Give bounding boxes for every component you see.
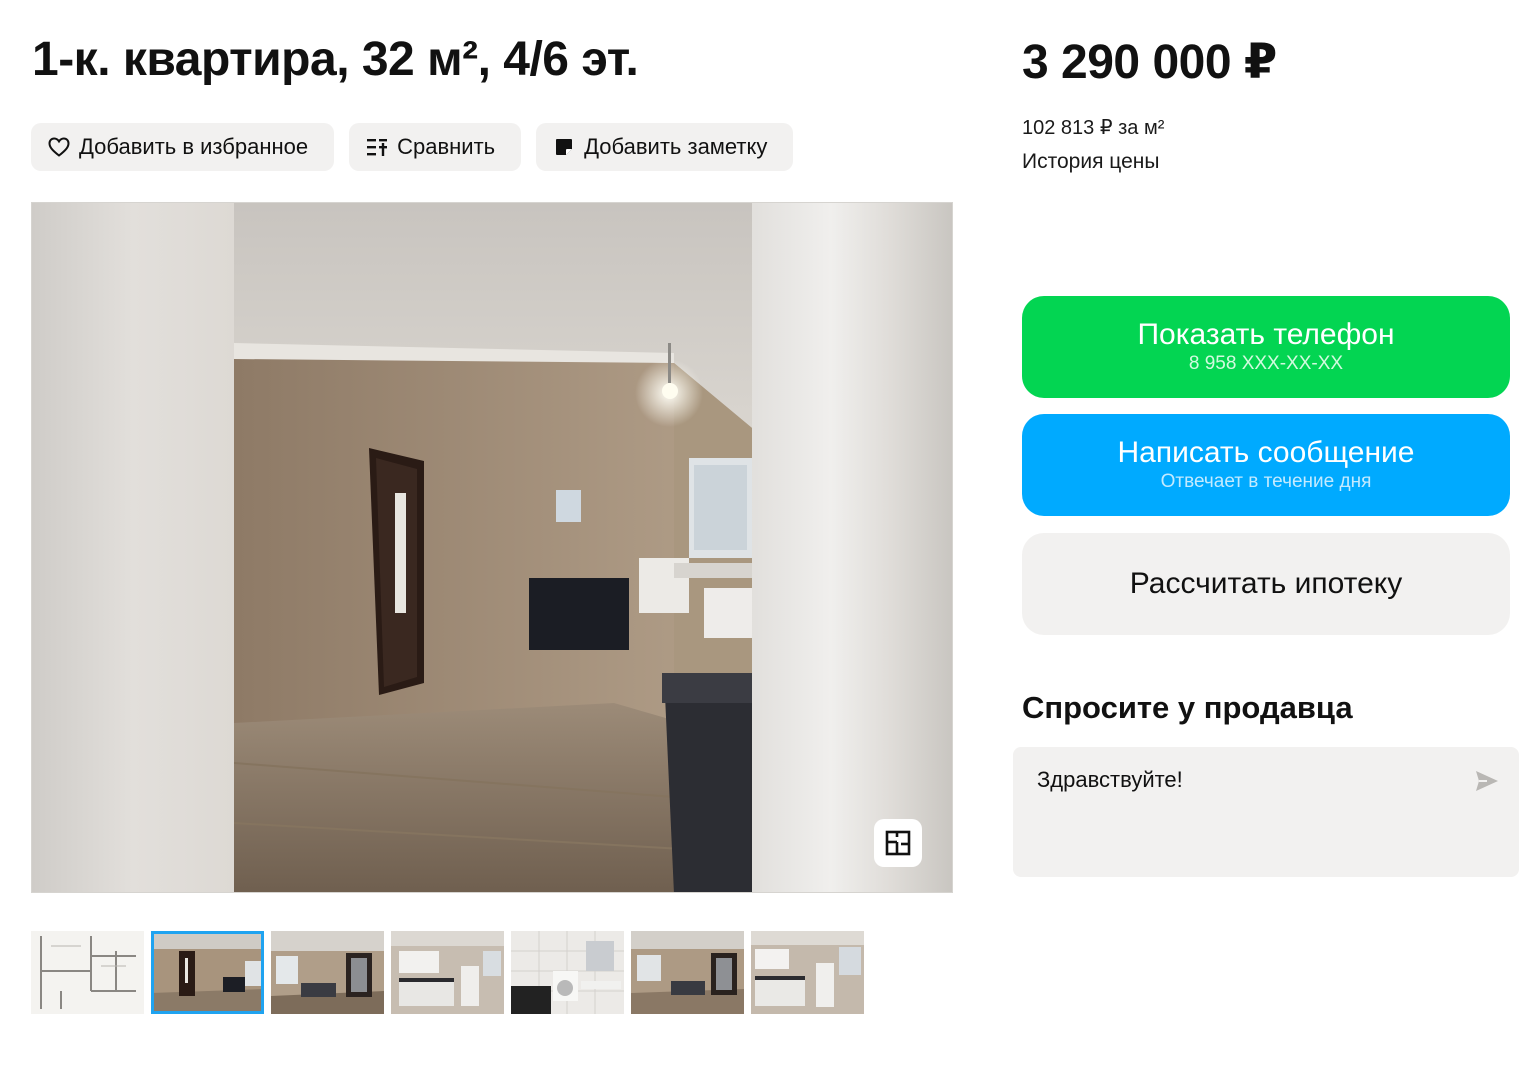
photo-blur-left: [32, 203, 234, 892]
heart-icon: [47, 135, 71, 159]
floorplan-icon: [885, 830, 911, 856]
calculate-mortgage-label: Рассчитать ипотеку: [1129, 567, 1403, 600]
thumbnail-room-sofa[interactable]: [271, 931, 384, 1014]
photo-thumbnails: [31, 931, 864, 1014]
thumbnail-kitchen[interactable]: [391, 931, 504, 1014]
floorplan-button[interactable]: [874, 819, 922, 867]
show-phone-label: Показать телефон: [1137, 318, 1395, 351]
thumbnail-bathroom[interactable]: [511, 931, 624, 1014]
price-per-meter: 102 813 ₽ за м²: [1022, 117, 1165, 139]
add-to-favorites-button[interactable]: Добавить в избранное: [31, 123, 335, 171]
listing-title: 1-к. квартира, 32 м², 4/6 эт.: [32, 33, 639, 86]
photo-blur-right: [750, 203, 952, 892]
ask-seller-title: Спросите у продавца: [1022, 690, 1353, 725]
send-icon[interactable]: [1473, 767, 1501, 795]
ask-seller-input[interactable]: Здравствуйте!: [1037, 767, 1183, 793]
price: 3 290 000 ₽: [1022, 36, 1277, 89]
calculate-mortgage-button[interactable]: Рассчитать ипотеку: [1022, 533, 1510, 635]
add-to-favorites-label: Добавить в избранное: [79, 134, 309, 159]
write-message-label: Написать сообщение: [1117, 436, 1415, 469]
main-photo: [233, 203, 753, 892]
add-note-button[interactable]: Добавить заметку: [536, 123, 794, 171]
compare-button[interactable]: Сравнить: [349, 123, 522, 171]
thumbnail-floorplan[interactable]: [31, 931, 144, 1014]
price-history-link[interactable]: История цены: [1022, 150, 1159, 174]
main-photo-viewer[interactable]: [31, 202, 953, 893]
compare-list-icon: [365, 135, 389, 159]
compare-label: Сравнить: [397, 134, 496, 159]
write-message-button[interactable]: Написать сообщение Отвечает в течение дн…: [1022, 414, 1510, 516]
listing-actions: Добавить в избранное Сравнить Добавить з…: [31, 123, 794, 171]
note-icon: [552, 135, 576, 159]
thumbnail-kitchen-2[interactable]: [751, 931, 864, 1014]
add-note-label: Добавить заметку: [584, 134, 768, 159]
thumbnail-room-door[interactable]: [151, 931, 264, 1014]
show-phone-button[interactable]: Показать телефон 8 958 XXX-XX-XX: [1022, 296, 1510, 398]
thumbnail-room-wide[interactable]: [631, 931, 744, 1014]
phone-number-masked: 8 958 XXX-XX-XX: [1188, 353, 1344, 374]
response-time-label: Отвечает в течение дня: [1160, 471, 1372, 492]
ask-seller-field[interactable]: Здравствуйте!: [1013, 747, 1519, 877]
